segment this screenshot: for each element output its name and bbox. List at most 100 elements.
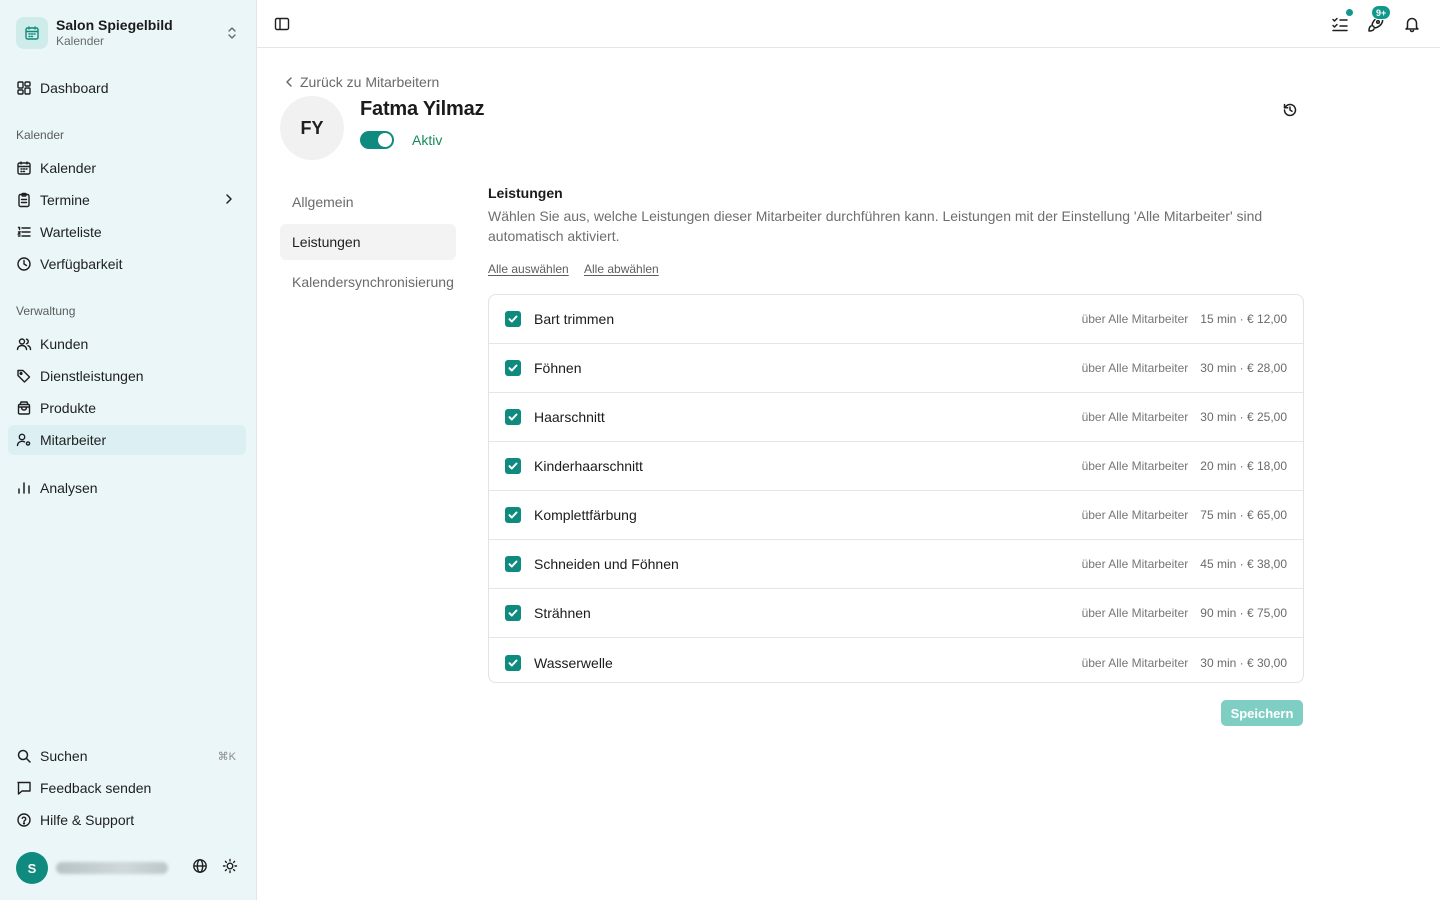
sidebar-item-dienstleistungen[interactable]: Dienstleistungen [8, 361, 246, 391]
sun-icon[interactable] [222, 858, 238, 879]
sidebar-item-kunden[interactable]: Kunden [8, 329, 246, 359]
tab-leistungen[interactable]: Leistungen [280, 224, 456, 260]
service-source: über Alle Mitarbeiter [1081, 361, 1189, 375]
status-label: Aktiv [412, 132, 443, 148]
back-link-label: Zurück zu Mitarbeitern [300, 74, 440, 90]
service-duration-price: 30 min · € 30,00 [1200, 655, 1287, 670]
section-label-admin: Verwaltung [16, 304, 76, 318]
sidebar-item-label: Suchen [40, 748, 88, 764]
list-item[interactable]: Schneiden und Föhnen über Alle Mitarbeite… [489, 540, 1303, 589]
checkbox[interactable] [505, 507, 521, 523]
sidebar-item-termine[interactable]: Termine [8, 185, 246, 215]
section-label-calendar: Kalender [16, 128, 65, 142]
sidebar-item-analysen[interactable]: Analysen [8, 473, 246, 503]
user-cog-icon [16, 432, 32, 448]
service-duration-price: 45 min · € 38,00 [1200, 557, 1287, 571]
calendar-icon [16, 17, 48, 49]
list-item[interactable]: Strähnen über Alle Mitarbeiter 90 min · € … [489, 589, 1303, 638]
checkbox[interactable] [505, 311, 521, 327]
save-button[interactable]: Speichern [1221, 700, 1303, 726]
sidebar-item-label: Dashboard [40, 80, 109, 96]
sidebar-item-feedback[interactable]: Feedback senden [8, 773, 246, 803]
topbar: 9+ [257, 0, 1440, 48]
service-name: Bart trimmen [534, 311, 615, 327]
list-item[interactable]: Wasserwelle über Alle Mitarbeiter 30 min ·… [489, 638, 1303, 682]
globe-icon[interactable] [192, 858, 208, 879]
service-duration-price: 75 min · € 65,00 [1200, 508, 1287, 522]
user-menu[interactable]: S [16, 852, 246, 884]
service-duration-price: 90 min · € 75,00 [1200, 606, 1287, 620]
section-title: Leistungen [488, 185, 563, 201]
chevron-left-icon [282, 75, 296, 89]
help-circle-icon [16, 812, 32, 828]
org-switcher[interactable]: Salon Spiegelbild Kalender [16, 14, 246, 52]
checkbox[interactable] [505, 605, 521, 621]
clipboard-icon [16, 192, 32, 208]
chevron-updown-icon [224, 25, 240, 41]
sidebar-item-warteliste[interactable]: Warteliste [8, 217, 246, 247]
tab-kalendersynchronisierung[interactable]: Kalendersynchronisierung [280, 264, 456, 300]
message-square-icon [16, 780, 32, 796]
sidebar-item-label: Kunden [40, 336, 89, 352]
sidebar-item-label: Verfügbarkeit [40, 256, 123, 272]
sidebar-item-verfuegbarkeit[interactable]: Verfügbarkeit [8, 249, 246, 279]
back-link[interactable]: Zurück zu Mitarbeitern [282, 72, 439, 92]
sidebar-item-mitarbeiter[interactable]: Mitarbeiter [8, 425, 246, 455]
service-source: über Alle Mitarbeiter [1081, 312, 1189, 326]
service-duration-price: 30 min · € 28,00 [1200, 361, 1287, 375]
check-icon [508, 560, 518, 568]
org-name: Salon Spiegelbild [56, 17, 173, 33]
avatar[interactable]: S [16, 852, 48, 884]
list-item[interactable]: Komplettfärbung über Alle Mitarbeiter 75 m… [489, 491, 1303, 540]
task-list-icon[interactable] [1329, 8, 1354, 35]
sidebar-item-kalender[interactable]: Kalender [8, 153, 246, 183]
toggle-knob [378, 133, 392, 147]
checkbox[interactable] [505, 654, 521, 671]
list-item[interactable]: Föhnen über Alle Mitarbeiter 30 min · € 28… [489, 344, 1303, 393]
sidebar-item-search[interactable]: Suchen ⌘K [8, 741, 246, 771]
sidebar-item-produkte[interactable]: Produkte [8, 393, 246, 423]
calendar-icon [16, 160, 32, 176]
service-source: über Alle Mitarbeiter [1081, 459, 1189, 473]
users-icon [16, 336, 32, 352]
employee-avatar: FY [280, 96, 344, 160]
bell-icon[interactable] [1401, 13, 1423, 35]
check-icon [508, 413, 518, 421]
sidebar: Salon Spiegelbild Kalender Dashboard Kal… [0, 0, 257, 900]
checkbox[interactable] [505, 409, 521, 425]
checkbox[interactable] [505, 556, 521, 572]
user-email-redacted [56, 862, 168, 874]
list-item[interactable]: Bart trimmen über Alle Mitarbeiter 15 min … [489, 295, 1303, 344]
check-icon [508, 462, 518, 470]
service-name: Wasserwelle [534, 654, 613, 671]
list-item[interactable]: Haarschnitt über Alle Mitarbeiter 30 min ·… [489, 393, 1303, 442]
history-icon[interactable] [1280, 100, 1300, 120]
services-list: Bart trimmen über Alle Mitarbeiter 15 min … [488, 294, 1304, 683]
shortcut-hint: ⌘K [217, 750, 236, 763]
sidebar-item-label: Feedback senden [40, 780, 152, 796]
service-name: Föhnen [534, 360, 582, 376]
service-name: Haarschnitt [534, 409, 605, 425]
status-dot [1345, 8, 1354, 17]
checkbox[interactable] [505, 458, 521, 474]
sidebar-item-dashboard[interactable]: Dashboard [8, 73, 246, 103]
section-description: Wählen Sie aus, welche Leistungen dieser… [488, 208, 1263, 244]
service-source: über Alle Mitarbeiter [1081, 606, 1189, 620]
sidebar-item-label: Mitarbeiter [40, 432, 107, 448]
sidebar-item-label: Warteliste [40, 224, 102, 240]
org-subtitle: Kalender [56, 34, 105, 48]
tab-allgemein[interactable]: Allgemein [280, 184, 456, 220]
rocket-icon[interactable]: 9+ [1365, 5, 1392, 35]
select-all-button[interactable]: Alle auswählen [488, 262, 569, 276]
service-name: Schneiden und Föhnen [534, 556, 679, 572]
checkbox[interactable] [505, 360, 521, 376]
deselect-all-button[interactable]: Alle abwählen [584, 262, 659, 276]
shopping-bag-icon [16, 400, 32, 416]
sidebar-toggle-icon[interactable] [271, 13, 293, 35]
list-item[interactable]: Kinderhaarschnitt über Alle Mitarbeiter 20… [489, 442, 1303, 491]
active-toggle[interactable] [360, 131, 394, 149]
service-source: über Alle Mitarbeiter [1081, 557, 1189, 571]
list-ordered-icon [16, 224, 32, 240]
sidebar-item-help[interactable]: Hilfe & Support [8, 805, 246, 835]
chevron-right-icon [222, 192, 236, 209]
